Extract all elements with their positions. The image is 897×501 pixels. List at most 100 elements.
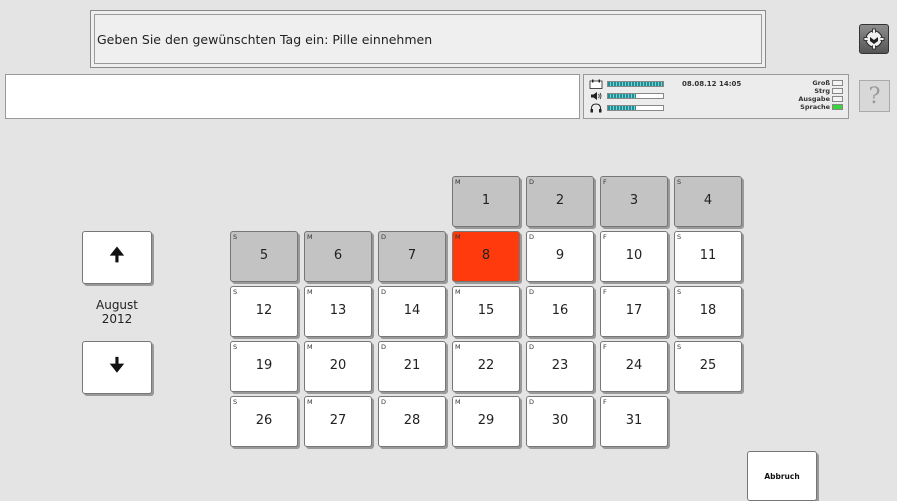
weekday-initial: M	[455, 343, 461, 351]
day-number: 16	[551, 303, 569, 318]
weekday-initial: D	[381, 233, 387, 241]
day-button[interactable]: S 19	[230, 341, 298, 392]
weekday-initial: D	[381, 343, 387, 351]
day-button[interactable]: D9	[526, 231, 594, 282]
day-number: 25	[699, 358, 717, 373]
weekday-initial: S	[233, 398, 238, 406]
weekday-initial: D	[529, 288, 535, 296]
day-number: 29	[477, 413, 495, 428]
day-button[interactable]: M1	[452, 176, 520, 227]
indicator-led	[832, 104, 843, 110]
day-number: 1	[481, 193, 491, 208]
weekday-initial: D	[529, 178, 535, 186]
day-button[interactable]: D 21	[378, 341, 446, 392]
day-number: 18	[699, 303, 717, 318]
cancel-button[interactable]: Abbruch	[747, 451, 817, 501]
flag-gross: Groß	[753, 79, 843, 87]
prompt-text: Geben Sie den gewünschten Tag ein: Pille…	[94, 14, 762, 64]
day-number: 14	[403, 303, 421, 318]
arrow-up-icon: 🠉	[109, 244, 125, 266]
day-number: 24	[625, 358, 643, 373]
calendar-icon	[589, 79, 603, 89]
day-button[interactable]: F 10	[600, 231, 668, 282]
day-button[interactable]: M 27	[304, 396, 372, 447]
weekday-initial: F	[603, 398, 607, 406]
day-button[interactable]: S 12	[230, 286, 298, 337]
day-number: 28	[403, 413, 421, 428]
weekday-initial: F	[603, 178, 607, 186]
day-button[interactable]: S 11	[674, 231, 742, 282]
day-number: 3	[629, 193, 639, 208]
day-number: 5	[259, 248, 269, 263]
day-button[interactable]: F 24	[600, 341, 668, 392]
day-button[interactable]: M 29	[452, 396, 520, 447]
day-button[interactable]: S5	[230, 231, 298, 282]
day-button[interactable]: M 15	[452, 286, 520, 337]
day-button[interactable]: F3	[600, 176, 668, 227]
day-number: 17	[625, 303, 643, 318]
weekday-initial: M	[307, 398, 313, 406]
next-month-button[interactable]: 🠋	[82, 341, 152, 394]
day-button[interactable]: D 16	[526, 286, 594, 337]
weekday-initial: M	[455, 288, 461, 296]
weekday-initial: M	[455, 233, 461, 241]
weekday-initial: S	[677, 178, 682, 186]
input-display-field[interactable]	[5, 74, 580, 119]
headphones-icon	[590, 103, 602, 113]
gear-icon	[863, 28, 885, 50]
day-button[interactable]: M 22	[452, 341, 520, 392]
day-button[interactable]: S 18	[674, 286, 742, 337]
flag-strg: Strg	[753, 87, 843, 95]
day-number: 21	[403, 358, 421, 373]
day-number: 10	[625, 248, 643, 263]
weekday-initial: S	[677, 343, 682, 351]
status-level-row	[589, 91, 664, 101]
weekday-initial: S	[233, 233, 238, 241]
day-number: 12	[255, 303, 273, 318]
status-flags: Groß Strg Ausgabe Sprache	[753, 79, 843, 111]
day-button[interactable]: M 20	[304, 341, 372, 392]
weekday-initial: S	[677, 233, 682, 241]
weekday-initial: F	[603, 233, 607, 241]
day-button[interactable]: D 30	[526, 396, 594, 447]
day-number: 27	[329, 413, 347, 428]
weekday-initial: M	[455, 178, 461, 186]
day-button[interactable]: S 25	[674, 341, 742, 392]
day-button[interactable]: D 23	[526, 341, 594, 392]
day-button[interactable]: M6	[304, 231, 372, 282]
weekday-initial: M	[307, 288, 313, 296]
month-label: August 2012	[82, 298, 152, 326]
flag-sprache: Sprache	[753, 103, 843, 111]
weekday-initial: F	[603, 288, 607, 296]
weekday-initial: S	[677, 288, 682, 296]
weekday-initial: M	[307, 233, 313, 241]
indicator-led	[832, 80, 843, 86]
day-button[interactable]: D 14	[378, 286, 446, 337]
day-button[interactable]: S 26	[230, 396, 298, 447]
status-datetime: 08.08.12 14:05	[682, 80, 742, 88]
day-button[interactable]: D7	[378, 231, 446, 282]
day-number: 15	[477, 303, 495, 318]
day-number: 31	[625, 413, 643, 428]
status-panel: 08.08.12 14:05 Groß Strg Ausgabe Sprache	[583, 74, 849, 119]
indicator-led	[832, 88, 843, 94]
day-number: 22	[477, 358, 495, 373]
settings-button[interactable]	[859, 24, 889, 54]
day-button[interactable]: S4	[674, 176, 742, 227]
day-button[interactable]: F 17	[600, 286, 668, 337]
day-button[interactable]: D2	[526, 176, 594, 227]
weekday-initial: F	[603, 343, 607, 351]
day-button[interactable]: M 13	[304, 286, 372, 337]
weekday-initial: D	[529, 343, 535, 351]
previous-month-button[interactable]: 🠉	[82, 231, 152, 284]
day-button-today[interactable]: M8	[452, 231, 520, 282]
day-number: 8	[481, 248, 491, 263]
prompt-box: Geben Sie den gewünschten Tag ein: Pille…	[90, 10, 766, 68]
day-number: 9	[555, 248, 565, 263]
day-button[interactable]: F 31	[600, 396, 668, 447]
day-button[interactable]: D 28	[378, 396, 446, 447]
help-button[interactable]: ?	[859, 80, 890, 112]
day-number: 13	[329, 303, 347, 318]
status-level-row	[589, 79, 664, 89]
weekday-initial: D	[529, 398, 535, 406]
